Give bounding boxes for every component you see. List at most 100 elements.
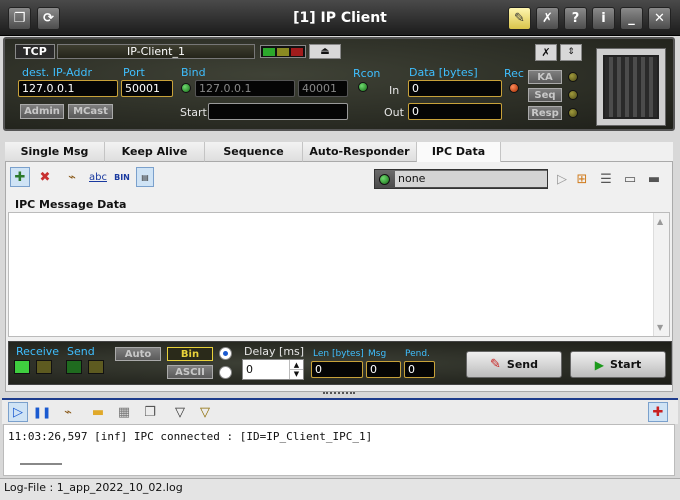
in-label: In [389,84,400,97]
start-field[interactable] [208,103,348,120]
bind-ip-input[interactable]: 127.0.0.1 [195,80,295,97]
send-label: Send [67,345,95,358]
resp-led [568,108,578,118]
tab-auto-responder[interactable]: Auto-Responder [303,142,417,162]
ka-led [568,72,578,82]
delay-down-icon[interactable]: ▼ [289,370,303,379]
disconnect-icon[interactable]: ✖ [35,167,55,187]
hex-view-icon[interactable]: ▤ [136,167,154,187]
log-copy-icon[interactable]: ❐ [140,402,160,422]
delay-stepper[interactable]: 0 ▲ ▼ [242,359,304,380]
data-label: Data [bytes] [409,66,478,79]
start-button[interactable]: ▶ Start [570,351,666,378]
receive-label: Receive [16,345,60,358]
pend-field: 0 [404,361,435,378]
pend-label: Pend. [405,349,430,359]
rcon-label: Rcon [353,67,381,80]
log-grid-icon[interactable]: ▦ [114,402,134,422]
bind-port-input[interactable]: 40001 [298,80,348,97]
scroll-down-icon[interactable]: ▼ [657,323,663,332]
out-label: Out [384,106,404,119]
mcast-button[interactable]: MCast [68,104,113,119]
log-file-label: Log-File : 1_app_2022_10_02.log [4,481,183,494]
client-name-field[interactable]: IP-Client_1 [57,44,255,59]
expand-icon[interactable]: ⇕ [560,44,582,61]
bin-icon[interactable]: BIN [112,167,132,187]
log-clear-icon[interactable]: ⌁ [58,402,78,422]
tab-bar-filler [501,142,673,162]
log-hscroll-thumb[interactable] [20,463,62,465]
window-icon[interactable]: ▭ [620,169,640,189]
log-play-icon[interactable]: ▷ [8,402,28,422]
start-button-label: Start [609,358,642,371]
send-led-idle [88,360,104,374]
log-filter-icon[interactable]: ▽ [170,402,190,422]
play-small-icon[interactable]: ▷ [552,169,572,189]
message-scrollbar[interactable]: ▲ ▼ [653,213,669,336]
log-filter-edit-icon[interactable]: ▽ [195,402,215,422]
log-line: 11:03:26,597 [inf] IPC connected : [ID=I… [8,430,373,443]
start-play-icon: ▶ [594,357,604,372]
rec-label: Rec [504,67,524,80]
window-title: [1] IP Client [293,10,387,26]
receive-led-active [14,360,30,374]
out-bytes-field: 0 [408,103,502,120]
rec-led[interactable] [509,83,519,93]
log-pause-icon[interactable]: ❚❚ [32,402,52,422]
ipc-select-value: none [395,171,547,187]
admin-button[interactable]: Admin [20,104,64,119]
bin-radio[interactable] [219,347,232,360]
resp-button[interactable]: Resp [528,106,562,120]
dest-ip-label: dest. IP-Addr [22,66,92,79]
scroll-up-icon[interactable]: ▲ [657,217,663,226]
in-bytes-field: 0 [408,80,502,97]
port-input[interactable]: 50001 [121,80,173,97]
seq-button[interactable]: Seq [528,88,562,102]
rcon-led[interactable] [358,82,368,92]
message-data-label: IPC Message Data [15,198,127,211]
bind-label: Bind [181,66,206,79]
send-led-active [66,360,82,374]
protocol-tab[interactable]: TCP [15,44,55,59]
splitter-handle[interactable] [323,392,355,396]
ipc-select[interactable]: none [374,169,548,189]
status-led-strip [260,45,306,58]
eject-icon[interactable]: ⏏ [309,44,341,59]
bin-mode-button[interactable]: Bin [167,347,213,361]
log-pin-icon[interactable]: ✚ [648,402,668,422]
bind-led [181,83,191,93]
connect-icon[interactable]: ✚ [10,167,30,187]
connection-status-box [596,48,666,126]
ascii-mode-button[interactable]: ASCII [167,365,213,379]
status-led-red [291,48,303,56]
status-led-green [263,48,275,56]
auto-button[interactable]: Auto [115,347,161,361]
dest-ip-input[interactable]: 127.0.0.1 [18,80,118,97]
tab-ipc-data[interactable]: IPC Data [417,142,501,163]
delay-label: Delay [ms] [244,345,305,358]
tab-bar: Single Msg Keep Alive Sequence Auto-Resp… [5,142,673,163]
msg-label: Msg [368,349,387,359]
tab-single-msg[interactable]: Single Msg [5,142,105,162]
delay-up-icon[interactable]: ▲ [289,360,303,370]
start-label: Start [180,106,207,119]
abc-icon[interactable]: abc [88,167,108,187]
tree-icon[interactable]: ☰ [596,169,616,189]
tools-small-icon[interactable]: ✗ [535,44,557,61]
port-label: Port [123,66,145,79]
add-node-icon[interactable]: ⊞ [572,169,592,189]
ascii-radio[interactable] [219,366,232,379]
ka-button[interactable]: KA [528,70,562,84]
clear-broom-icon[interactable]: ⌁ [62,167,82,187]
message-data-textarea[interactable] [8,212,670,337]
connection-plug-icon [603,55,659,119]
log-folder-icon[interactable]: ▬ [88,402,108,422]
delay-value: 0 [246,363,253,376]
receive-led-idle [36,360,52,374]
status-led-yellow [277,48,289,56]
tab-keep-alive[interactable]: Keep Alive [105,142,205,162]
len-field: 0 [311,361,363,378]
comment-icon[interactable]: ▬ [644,169,664,189]
tab-sequence[interactable]: Sequence [205,142,303,162]
send-button[interactable]: ✎ Send [466,351,562,378]
